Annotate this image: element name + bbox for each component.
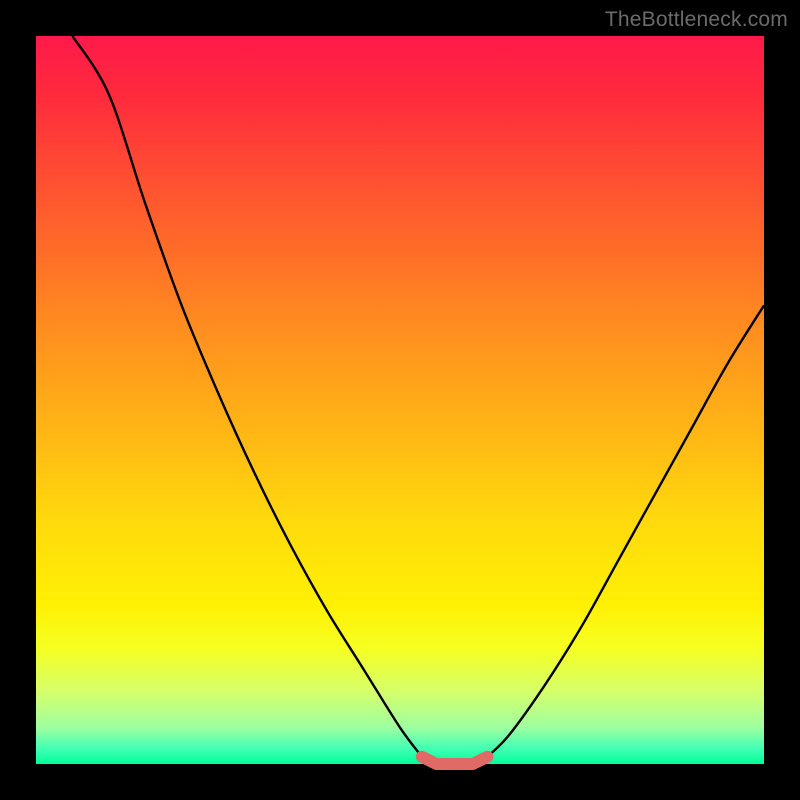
- left-curve: [72, 36, 421, 757]
- plot-area: [36, 36, 764, 764]
- watermark-text: TheBottleneck.com: [605, 8, 788, 32]
- bottom-marker: [422, 757, 488, 764]
- curves-svg: [36, 36, 764, 764]
- chart-frame: TheBottleneck.com: [0, 0, 800, 800]
- right-curve: [487, 305, 764, 756]
